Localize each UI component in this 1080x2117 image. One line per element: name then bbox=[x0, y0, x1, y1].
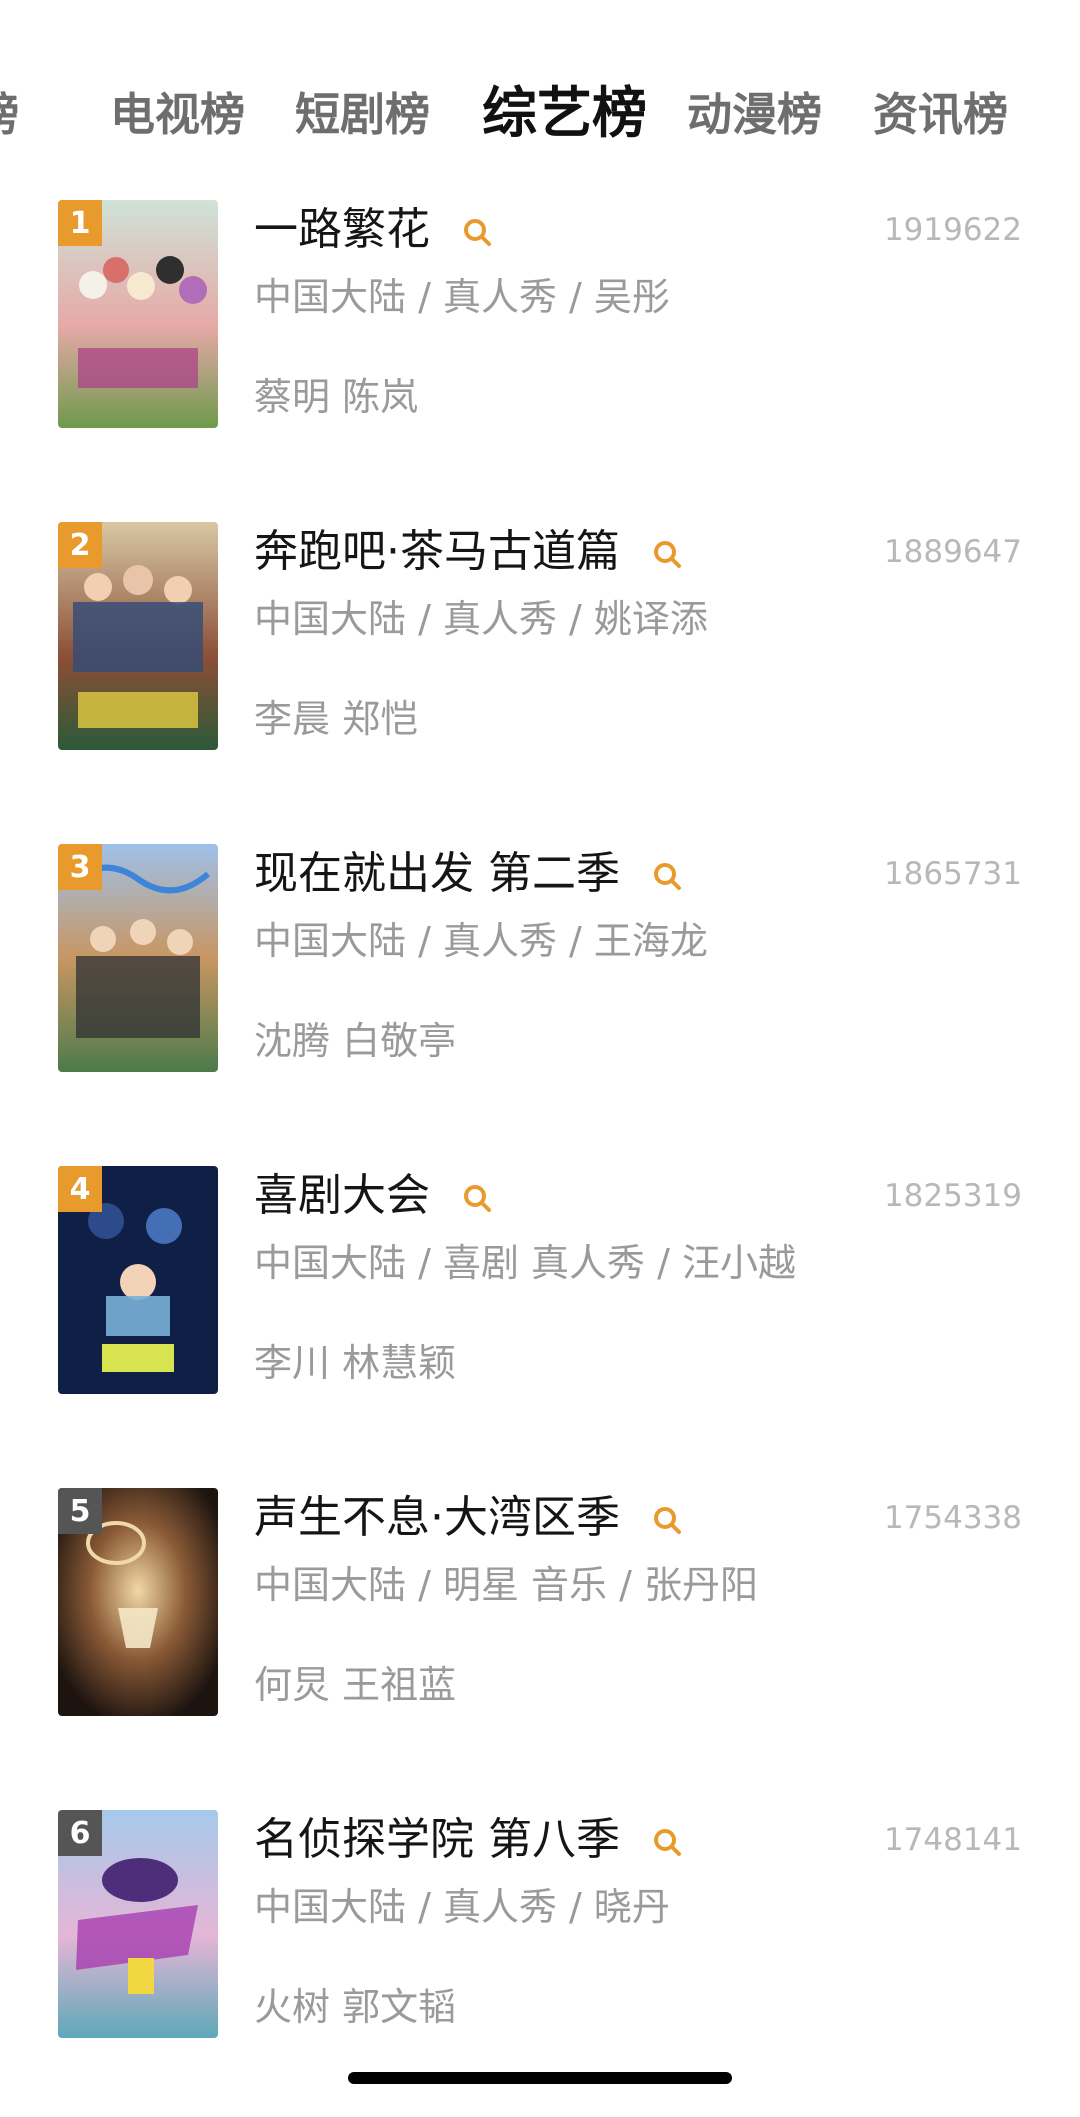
list-item[interactable]: 1 一路繁花 1919622 中国大陆 / 真人秀 / 吴彤 蔡明 陈岚 bbox=[0, 200, 1080, 440]
hot-score: 1754338 bbox=[883, 1500, 1022, 1536]
show-title[interactable]: 声生不息·大湾区季 bbox=[254, 1488, 682, 1548]
show-title[interactable]: 名侦探学院 第八季 bbox=[254, 1810, 682, 1870]
tab-short-drama[interactable]: 短剧榜 bbox=[295, 78, 430, 143]
show-meta: 中国大陆 / 真人秀 / 姚译添 bbox=[254, 597, 708, 641]
hot-score: 1865731 bbox=[883, 856, 1022, 892]
rank-badge: 6 bbox=[58, 1810, 102, 1856]
poster-image[interactable]: 2 bbox=[58, 522, 218, 750]
tab-variety[interactable]: 综艺榜 bbox=[482, 68, 647, 148]
show-meta: 中国大陆 / 真人秀 / 吴彤 bbox=[254, 275, 670, 319]
list-item[interactable]: 3 现在就出发 第二季 1865731 中国大陆 / 真人秀 / 王海龙 沈腾 … bbox=[0, 844, 1080, 1084]
hot-score: 1919622 bbox=[883, 212, 1022, 248]
rank-badge: 3 bbox=[58, 844, 102, 890]
show-cast: 李晨 郑恺 bbox=[254, 697, 419, 741]
show-meta: 中国大陆 / 明星 音乐 / 张丹阳 bbox=[254, 1563, 759, 1607]
rank-badge: 5 bbox=[58, 1488, 102, 1534]
search-icon[interactable] bbox=[462, 217, 492, 247]
poster-image[interactable]: 4 bbox=[58, 1166, 218, 1394]
poster-image[interactable]: 6 bbox=[58, 1810, 218, 2038]
search-icon[interactable] bbox=[652, 539, 682, 569]
show-title[interactable]: 奔跑吧·茶马古道篇 bbox=[254, 522, 682, 582]
search-icon[interactable] bbox=[652, 861, 682, 891]
show-meta: 中国大陆 / 喜剧 真人秀 / 汪小越 bbox=[254, 1241, 797, 1285]
hot-score: 1748141 bbox=[883, 1822, 1022, 1858]
rank-badge: 4 bbox=[58, 1166, 102, 1212]
list-item[interactable]: 2 奔跑吧·茶马古道篇 1889647 中国大陆 / 真人秀 / 姚译添 李晨 … bbox=[0, 522, 1080, 762]
tab-anime[interactable]: 动漫榜 bbox=[687, 78, 822, 143]
search-icon[interactable] bbox=[652, 1827, 682, 1857]
show-title[interactable]: 一路繁花 bbox=[254, 200, 492, 260]
tab-news[interactable]: 资讯榜 bbox=[873, 78, 1008, 143]
category-tabs: 榜 电视榜 短剧榜 综艺榜 动漫榜 资讯榜 bbox=[0, 60, 1080, 150]
poster-image[interactable]: 3 bbox=[58, 844, 218, 1072]
home-indicator bbox=[348, 2072, 732, 2084]
hot-score: 1889647 bbox=[883, 534, 1022, 570]
search-icon[interactable] bbox=[652, 1505, 682, 1535]
show-cast: 沈腾 白敬亭 bbox=[254, 1019, 457, 1063]
show-title[interactable]: 喜剧大会 bbox=[254, 1166, 492, 1226]
show-cast: 火树 郭文韬 bbox=[254, 1985, 457, 2029]
show-meta: 中国大陆 / 真人秀 / 王海龙 bbox=[254, 919, 708, 963]
rank-badge: 1 bbox=[58, 200, 102, 246]
show-title[interactable]: 现在就出发 第二季 bbox=[254, 844, 682, 904]
rank-badge: 2 bbox=[58, 522, 102, 568]
list-item[interactable]: 6 名侦探学院 第八季 1748141 中国大陆 / 真人秀 / 晓丹 火树 郭… bbox=[0, 1810, 1080, 2050]
poster-image[interactable]: 5 bbox=[58, 1488, 218, 1716]
list-item[interactable]: 5 声生不息·大湾区季 1754338 中国大陆 / 明星 音乐 / 张丹阳 何… bbox=[0, 1488, 1080, 1728]
show-cast: 李川 林慧颖 bbox=[254, 1341, 457, 1385]
poster-image[interactable]: 1 bbox=[58, 200, 218, 428]
search-icon[interactable] bbox=[462, 1183, 492, 1213]
show-cast: 蔡明 陈岚 bbox=[254, 375, 419, 419]
tab-tv[interactable]: 电视榜 bbox=[110, 78, 245, 143]
list-item[interactable]: 4 喜剧大会 1825319 中国大陆 / 喜剧 真人秀 / 汪小越 李川 林慧… bbox=[0, 1166, 1080, 1406]
hot-score: 1825319 bbox=[883, 1178, 1022, 1214]
tab-partial[interactable]: 榜 bbox=[0, 78, 19, 143]
show-meta: 中国大陆 / 真人秀 / 晓丹 bbox=[254, 1885, 670, 1929]
show-cast: 何炅 王祖蓝 bbox=[254, 1663, 457, 1707]
